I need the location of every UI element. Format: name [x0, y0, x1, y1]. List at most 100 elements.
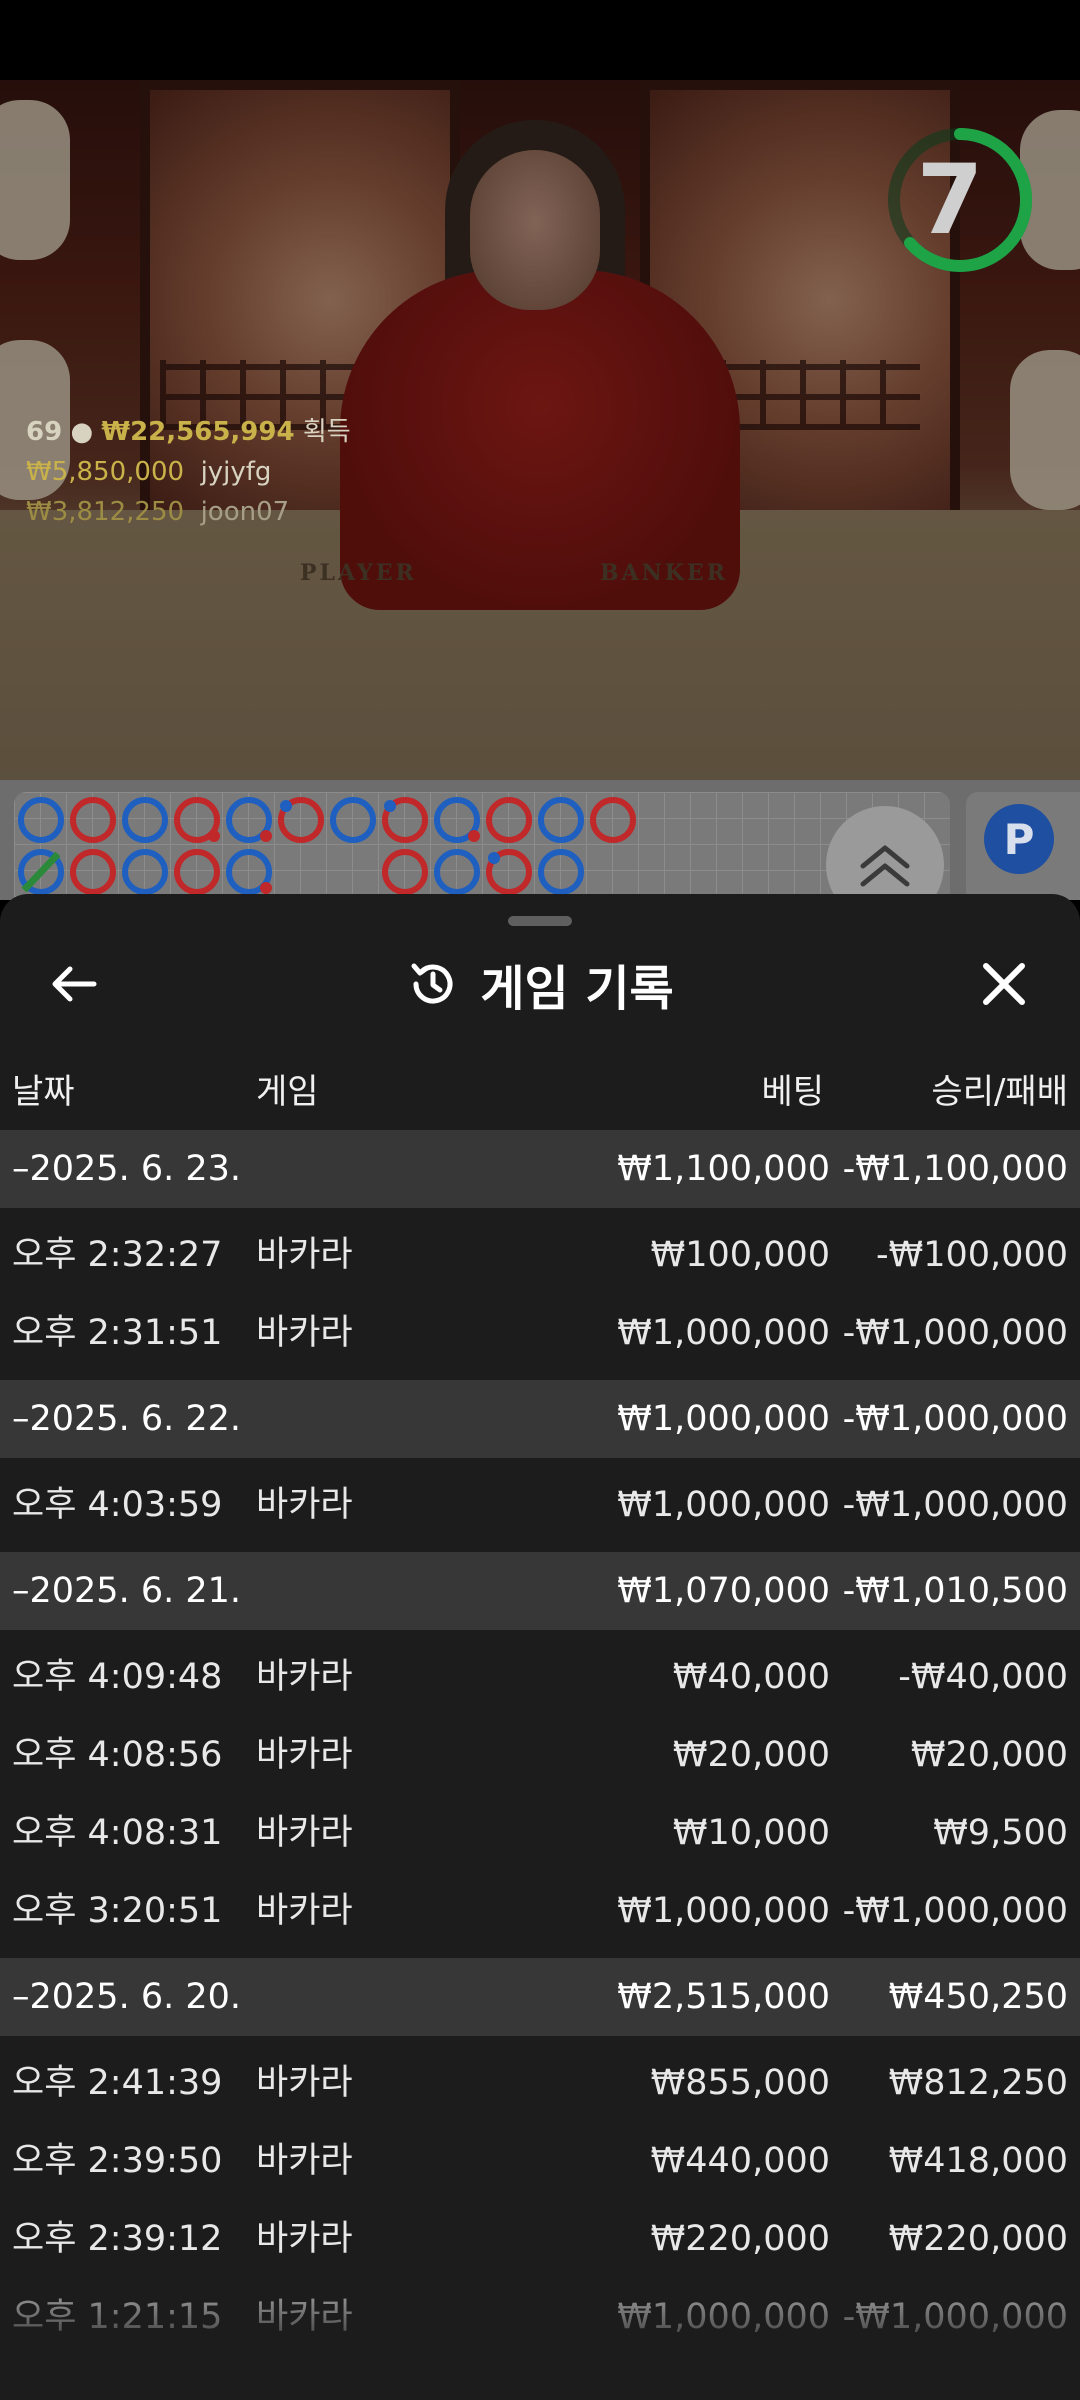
game-bet: ₩100,000	[650, 1235, 830, 1275]
column-game: 게임	[256, 1072, 319, 1112]
game-row[interactable]: 오후 2:39:50 바카라 ₩440,000 ₩418,000	[0, 2122, 1080, 2200]
group-result: -₩1,010,500	[842, 1571, 1068, 1611]
game-time: 오후 2:32:27	[12, 1235, 223, 1275]
close-button[interactable]	[962, 942, 1046, 1026]
group-result: -₩1,100,000	[842, 1149, 1068, 1189]
column-bet: 베팅	[761, 1072, 824, 1112]
game-name: 바카라	[256, 1735, 353, 1775]
group-result: -₩1,000,000	[842, 1399, 1068, 1439]
winners-overlay: 69 ● ₩22,565,994 획득 ₩5,850,000 jyjyfg ₩3…	[26, 412, 351, 532]
date-group-row[interactable]: –2025. 6. 20. ₩2,515,000 ₩450,250	[0, 1958, 1080, 2036]
player-bead: P	[984, 804, 1054, 874]
game-result: -₩1,000,000	[842, 1313, 1068, 1353]
back-button[interactable]	[32, 942, 116, 1026]
game-history-sheet: 게임 기록 날짜 게임 베팅 승리/패배 –2025. 6. 23. ₩1,10…	[0, 894, 1080, 2400]
game-time: 오후 4:09:48	[12, 1657, 223, 1697]
game-bet: ₩1,000,000	[617, 1891, 830, 1931]
column-date: 날짜	[12, 1072, 75, 1112]
big-road[interactable]	[14, 792, 950, 900]
won-label: 획득	[302, 417, 351, 447]
game-time: 오후 2:31:51	[12, 1313, 223, 1353]
group-bet: ₩1,070,000	[617, 1571, 830, 1611]
group-bet: ₩2,515,000	[617, 1977, 830, 2017]
history-icon	[411, 963, 453, 1004]
sheet-title: 게임 기록	[480, 961, 674, 1017]
date-group-row[interactable]: –2025. 6. 21. ₩1,070,000 -₩1,010,500	[0, 1552, 1080, 1630]
bead-road[interactable]: P	[966, 792, 1080, 900]
game-result: ₩812,250	[888, 2063, 1068, 2103]
winner-amount: ₩3,812,250	[26, 497, 185, 527]
game-row[interactable]: 오후 4:08:31 바카라 ₩10,000 ₩9,500	[0, 1794, 1080, 1872]
player-count: 69	[26, 417, 63, 447]
column-headers: 날짜 게임 베팅 승리/패배	[0, 1062, 1080, 1122]
sheet-drag-handle[interactable]	[508, 916, 572, 926]
game-result: -₩1,000,000	[842, 1485, 1068, 1525]
game-row[interactable]: 오후 3:20:51 바카라 ₩1,000,000 -₩1,000,000	[0, 1872, 1080, 1950]
group-date: –2025. 6. 22.	[12, 1399, 242, 1439]
game-name: 바카라	[256, 2297, 353, 2337]
game-bet: ₩40,000	[672, 1657, 830, 1697]
game-row[interactable]: 오후 4:09:48 바카라 ₩40,000 -₩40,000	[0, 1638, 1080, 1716]
group-bet: ₩1,000,000	[617, 1399, 830, 1439]
group-date: –2025. 6. 23.	[12, 1149, 242, 1189]
game-bet: ₩20,000	[672, 1735, 830, 1775]
game-time: 오후 4:08:56	[12, 1735, 223, 1775]
game-result: ₩9,500	[933, 1813, 1068, 1853]
game-row[interactable]: 오후 2:39:12 바카라 ₩220,000 ₩220,000	[0, 2200, 1080, 2278]
game-row[interactable]: 오후 2:31:51 바카라 ₩1,000,000 -₩1,000,000	[0, 1294, 1080, 1372]
date-group-row[interactable]: –2025. 6. 23. ₩1,100,000 -₩1,100,000	[0, 1130, 1080, 1208]
game-name: 바카라	[256, 2141, 353, 2181]
game-row[interactable]: 오후 4:03:59 바카라 ₩1,000,000 -₩1,000,000	[0, 1466, 1080, 1544]
winner-amount: ₩5,850,000	[26, 457, 185, 487]
close-icon	[983, 963, 1025, 1005]
game-name: 바카라	[256, 1235, 353, 1275]
game-row[interactable]: 오후 1:21:15 바카라 ₩1,000,000 -₩1,000,000	[0, 2278, 1080, 2356]
game-name: 바카라	[256, 1313, 353, 1353]
title-group: 게임 기록	[0, 934, 1080, 1034]
game-bet: ₩1,000,000	[617, 1485, 830, 1525]
game-bet: ₩440,000	[650, 2141, 830, 2181]
game-row[interactable]: 오후 2:41:39 바카라 ₩855,000 ₩812,250	[0, 2044, 1080, 2122]
game-name: 바카라	[256, 1813, 353, 1853]
group-date: –2025. 6. 20.	[12, 1977, 242, 2017]
game-name: 바카라	[256, 2219, 353, 2259]
game-bet: ₩10,000	[672, 1813, 830, 1853]
game-bet: ₩1,000,000	[617, 2297, 830, 2337]
game-name: 바카라	[256, 1485, 353, 1525]
game-result: ₩418,000	[888, 2141, 1068, 2181]
chevron-double-up-icon	[860, 845, 910, 887]
date-group-row[interactable]: –2025. 6. 22. ₩1,000,000 -₩1,000,000	[0, 1380, 1080, 1458]
game-time: 오후 2:41:39	[12, 2063, 223, 2103]
group-date: –2025. 6. 21.	[12, 1571, 242, 1611]
game-result: ₩20,000	[910, 1735, 1068, 1775]
game-time: 오후 2:39:50	[12, 2141, 223, 2181]
person-icon: ●	[70, 417, 94, 447]
game-time: 오후 4:03:59	[12, 1485, 223, 1525]
game-bet: ₩220,000	[650, 2219, 830, 2259]
sheet-header: 게임 기록	[0, 934, 1080, 1034]
arrow-left-icon	[52, 966, 97, 1002]
game-time: 오후 3:20:51	[12, 1891, 223, 1931]
countdown-number: 7	[916, 144, 984, 256]
game-time: 오후 2:39:12	[12, 2219, 223, 2259]
game-time: 오후 4:08:31	[12, 1813, 223, 1853]
game-result: -₩1,000,000	[842, 2297, 1068, 2337]
game-result: -₩40,000	[898, 1657, 1068, 1697]
game-result: ₩220,000	[888, 2219, 1068, 2259]
game-row[interactable]: 오후 4:08:56 바카라 ₩20,000 ₩20,000	[0, 1716, 1080, 1794]
screen: PLAYER BANKER 7 69 ● ₩22,565,994 획득 ₩5,8…	[0, 0, 1080, 2400]
history-list: –2025. 6. 23. ₩1,100,000 -₩1,100,000 오후 …	[0, 1130, 1080, 2356]
road-marks	[18, 797, 636, 895]
game-row[interactable]: 오후 2:32:27 바카라 ₩100,000 -₩100,000	[0, 1216, 1080, 1294]
winner-name: joon07	[200, 497, 290, 527]
game-bet: ₩1,000,000	[617, 1313, 830, 1353]
game-result: -₩100,000	[876, 1235, 1068, 1275]
game-bet: ₩855,000	[650, 2063, 830, 2103]
group-bet: ₩1,100,000	[617, 1149, 830, 1189]
game-name: 바카라	[256, 1891, 353, 1931]
game-name: 바카라	[256, 1657, 353, 1697]
game-time: 오후 1:21:15	[12, 2297, 223, 2337]
status-bar	[0, 0, 1080, 80]
total-won: ₩22,565,994	[101, 417, 295, 447]
column-result: 승리/패배	[931, 1072, 1068, 1112]
